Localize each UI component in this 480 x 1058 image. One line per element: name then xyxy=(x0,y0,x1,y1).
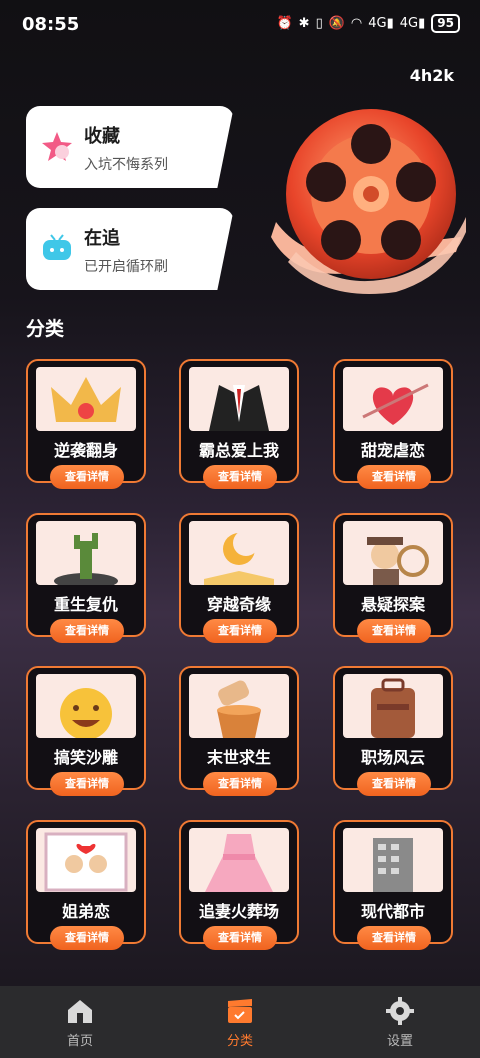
category-card[interactable]: 逆袭翻身 查看详情 xyxy=(26,359,146,489)
favorites-subtitle: 入坑不悔系列 xyxy=(84,157,168,173)
category-card[interactable]: 追妻火葬场 查看详情 xyxy=(179,820,299,950)
view-details-button[interactable]: 查看详情 xyxy=(357,465,431,489)
tab-home-label: 首页 xyxy=(66,1034,93,1049)
category-card[interactable]: 末世求生 查看详情 xyxy=(179,666,299,796)
view-details-button[interactable]: 查看详情 xyxy=(357,926,431,950)
category-name: 现代都市 xyxy=(360,902,425,921)
suit-icon xyxy=(209,385,269,431)
category-card[interactable]: 姐弟恋 查看详情 xyxy=(26,820,146,950)
category-image xyxy=(36,367,136,431)
bluetooth-icon: ✱ xyxy=(298,16,310,31)
tab-settings[interactable]: 设置 xyxy=(340,986,460,1058)
signal-1-icon: 4G▮ xyxy=(368,16,394,31)
category-image xyxy=(343,828,443,892)
category-card[interactable]: 甜宠虐恋 查看详情 xyxy=(333,359,453,489)
film-reel-icon xyxy=(271,109,466,294)
category-name: 搞笑沙雕 xyxy=(53,748,118,767)
category-name: 悬疑探案 xyxy=(360,595,425,614)
category-name: 甜宠虐恋 xyxy=(360,441,425,460)
favorites-card[interactable]: 收藏 入坑不悔系列 xyxy=(26,106,234,188)
category-name: 职场风云 xyxy=(360,748,425,767)
favorites-title: 收藏 xyxy=(84,126,120,147)
category-name: 逆袭翻身 xyxy=(53,441,118,460)
category-image xyxy=(189,674,289,738)
tab-category-label: 分类 xyxy=(226,1034,253,1049)
category-image xyxy=(343,674,443,738)
battery-indicator: 95 xyxy=(431,14,460,33)
signal-2-icon: 4G▮ xyxy=(399,16,426,31)
zombie-hand-icon xyxy=(54,533,118,585)
category-image xyxy=(189,521,289,585)
clapperboard-icon xyxy=(228,999,252,1023)
category-card[interactable]: 悬疑探案 查看详情 xyxy=(333,513,453,643)
view-details-button[interactable]: 查看详情 xyxy=(357,772,431,796)
moon-book-icon xyxy=(204,530,274,585)
mute-icon: 🔕 xyxy=(328,16,345,31)
following-subtitle: 已开启循环刷 xyxy=(84,259,168,275)
vibrate-icon: ▯ xyxy=(315,16,323,31)
watch-duration: 4h2k xyxy=(409,66,454,85)
tv-icon xyxy=(43,234,71,260)
category-image xyxy=(36,828,136,892)
heart-arrow-icon xyxy=(362,383,429,425)
view-details-button[interactable]: 查看详情 xyxy=(203,465,277,489)
alarm-icon: ⏰ xyxy=(276,16,293,31)
category-image xyxy=(36,674,136,738)
view-details-button[interactable]: 查看详情 xyxy=(203,926,277,950)
view-details-button[interactable]: 查看详情 xyxy=(50,926,124,950)
status-time: 08:55 xyxy=(22,14,80,35)
view-details-button[interactable]: 查看详情 xyxy=(50,772,124,796)
category-name: 姐弟恋 xyxy=(61,902,110,921)
category-card[interactable]: 现代都市 查看详情 xyxy=(333,820,453,950)
couple-photo-icon xyxy=(44,832,128,892)
category-image xyxy=(343,367,443,431)
category-card[interactable]: 霸总爱上我 查看详情 xyxy=(179,359,299,489)
star-icon xyxy=(42,132,72,161)
laughing-face-icon xyxy=(60,688,112,738)
view-details-button[interactable]: 查看详情 xyxy=(357,619,431,643)
pink-dress-icon xyxy=(205,834,273,892)
view-details-button[interactable]: 查看详情 xyxy=(203,772,277,796)
status-bar: 08:55 ⏰ ✱ ▯ 🔕 ◠ 4G▮ 4G▮ 95 xyxy=(0,0,480,50)
crown-icon xyxy=(51,377,121,422)
following-title: 在追 xyxy=(84,228,120,249)
category-name: 重生复仇 xyxy=(53,595,118,614)
briefcase-icon xyxy=(371,678,415,738)
gear-icon xyxy=(386,997,414,1025)
view-details-button[interactable]: 查看详情 xyxy=(50,619,124,643)
category-card[interactable]: 重生复仇 查看详情 xyxy=(26,513,146,643)
category-name: 末世求生 xyxy=(206,748,271,767)
bucket-icon xyxy=(217,680,261,738)
category-image xyxy=(189,828,289,892)
category-image xyxy=(36,521,136,585)
category-image xyxy=(343,521,443,585)
category-card[interactable]: 搞笑沙雕 查看详情 xyxy=(26,666,146,796)
wifi-icon: ◠ xyxy=(350,16,363,31)
category-card[interactable]: 穿越奇缘 查看详情 xyxy=(179,513,299,643)
category-image xyxy=(189,367,289,431)
category-name: 穿越奇缘 xyxy=(206,595,271,614)
tab-home[interactable]: 首页 xyxy=(20,986,140,1058)
home-icon xyxy=(68,1000,92,1023)
category-name: 追妻火葬场 xyxy=(198,902,279,921)
bottom-tab-bar: 首页 分类 设置 xyxy=(0,986,480,1058)
following-card[interactable]: 在追 已开启循环刷 xyxy=(26,208,234,290)
tab-category[interactable]: 分类 xyxy=(180,986,300,1058)
category-card[interactable]: 职场风云 查看详情 xyxy=(333,666,453,796)
view-details-button[interactable]: 查看详情 xyxy=(203,619,277,643)
detective-icon xyxy=(367,537,429,585)
section-title: 分类 xyxy=(26,318,65,340)
building-icon xyxy=(373,838,413,892)
category-name: 霸总爱上我 xyxy=(198,441,279,460)
view-details-button[interactable]: 查看详情 xyxy=(50,465,124,489)
tab-settings-label: 设置 xyxy=(386,1034,413,1049)
status-icons: ⏰ ✱ ▯ 🔕 ◠ 4G▮ 4G▮ 95 xyxy=(276,14,460,33)
